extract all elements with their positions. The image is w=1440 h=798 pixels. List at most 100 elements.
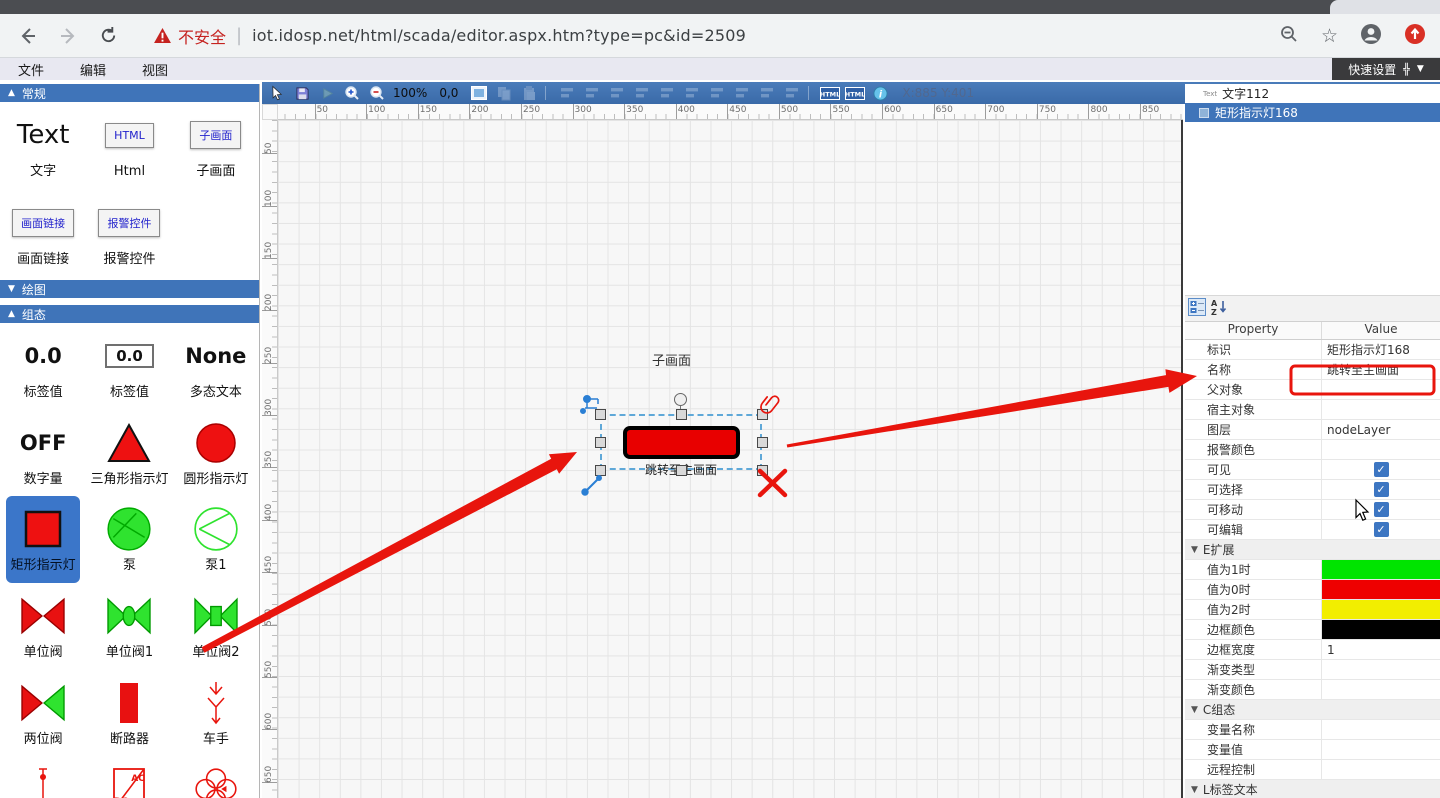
selection-handle-2[interactable] xyxy=(757,409,768,420)
chevron-down-icon[interactable]: ▼ xyxy=(1417,64,1424,74)
cursor-icon[interactable] xyxy=(267,84,287,102)
property-value[interactable] xyxy=(1322,440,1440,459)
property-row-C组态[interactable]: ▼C组态 xyxy=(1185,700,1440,720)
checkbox-checked[interactable]: ✓ xyxy=(1374,522,1389,537)
config-item-泵1[interactable]: 泵1 xyxy=(173,496,259,583)
property-row-值为0时[interactable]: 值为0时 xyxy=(1185,580,1440,600)
property-row-边框颜色[interactable]: 边框颜色 xyxy=(1185,620,1440,640)
property-value[interactable] xyxy=(1322,760,1440,779)
quick-settings[interactable]: 快速设置 ╬ ▼ xyxy=(1332,58,1440,80)
property-value[interactable] xyxy=(1322,380,1440,399)
zoom-out-icon[interactable] xyxy=(367,84,387,102)
property-row-变量名称[interactable]: 变量名称 xyxy=(1185,720,1440,740)
property-row-值为1时[interactable]: 值为1时 xyxy=(1185,560,1440,580)
property-row-变量值[interactable]: 变量值 xyxy=(1185,740,1440,760)
save-icon[interactable] xyxy=(292,84,312,102)
property-value[interactable] xyxy=(1322,680,1440,699)
security-warning[interactable]: 不安全 xyxy=(154,24,226,48)
checkbox-checked[interactable]: ✓ xyxy=(1374,502,1389,517)
menu-item-0[interactable]: 文件 xyxy=(18,64,44,79)
property-row-可移动[interactable]: 可移动✓ xyxy=(1185,500,1440,520)
checkbox-checked[interactable]: ✓ xyxy=(1374,482,1389,497)
general-item-Html[interactable]: HTMLHtml xyxy=(86,102,172,190)
property-row-渐变类型[interactable]: 渐变类型 xyxy=(1185,660,1440,680)
menu-item-1[interactable]: 编辑 xyxy=(80,64,106,79)
tree-item-1[interactable]: 矩形指示灯168 xyxy=(1185,103,1440,122)
zoom-out-page-icon[interactable] xyxy=(1279,24,1299,48)
forward-icon[interactable] xyxy=(56,24,80,48)
config-item-单位阀1[interactable]: 单位阀1 xyxy=(86,583,172,670)
config-item-数字量[interactable]: OFF数字量 xyxy=(0,410,86,497)
preview-icon[interactable] xyxy=(469,84,489,102)
property-row-标识[interactable]: 标识矩形指示灯168 xyxy=(1185,340,1440,360)
selection-handle-5[interactable] xyxy=(595,465,606,476)
property-value[interactable] xyxy=(1322,660,1440,679)
config-item-标签值[interactable]: 0.0标签值 xyxy=(86,323,172,410)
config-item-两位阀[interactable]: 两位阀 xyxy=(0,670,86,757)
property-value[interactable]: 矩形指示灯168 xyxy=(1322,340,1440,359)
general-item-画面链接[interactable]: 画面链接画面链接 xyxy=(0,190,86,278)
general-item-子画面[interactable]: 子画面子画面 xyxy=(173,102,259,190)
config-item-单位阀2[interactable]: 单位阀2 xyxy=(173,583,259,670)
menu-item-2[interactable]: 视图 xyxy=(142,64,168,79)
property-row-远程控制[interactable]: 远程控制 xyxy=(1185,760,1440,780)
rotation-handle[interactable] xyxy=(674,393,687,406)
canvas-content[interactable]: 子画面 跳转至主画面 xyxy=(278,120,1181,798)
selection-handle-1[interactable] xyxy=(676,409,687,420)
section-header-drawing[interactable]: ▼ 绘图 xyxy=(0,280,259,298)
property-row-报警颜色[interactable]: 报警颜色 xyxy=(1185,440,1440,460)
property-row-渐变颜色[interactable]: 渐变颜色 xyxy=(1185,680,1440,700)
config-item-标签值[interactable]: 0.0标签值 xyxy=(0,323,86,410)
property-value[interactable]: 跳转至主画面 xyxy=(1322,360,1440,379)
group-collapse-icon[interactable]: ▼ xyxy=(1191,780,1198,798)
config-item-圆形指示灯[interactable]: 圆形指示灯 xyxy=(173,410,259,497)
rect-indicator-lamp[interactable] xyxy=(623,426,740,459)
reload-icon[interactable] xyxy=(96,24,120,48)
config-item-逆变器[interactable]: ACDC逆变器 xyxy=(86,756,172,798)
config-item-PT[interactable]: PT xyxy=(173,756,259,798)
property-row-宿主对象[interactable]: 宿主对象 xyxy=(1185,400,1440,420)
group-collapse-icon[interactable]: ▼ xyxy=(1191,540,1198,559)
subscreen-text-element[interactable]: 子画面 xyxy=(652,350,691,369)
selection-handle-6[interactable] xyxy=(676,465,687,476)
config-item-刀闸[interactable]: 刀闸 xyxy=(0,756,86,798)
color-swatch[interactable] xyxy=(1322,560,1440,579)
property-row-可编辑[interactable]: 可编辑✓ xyxy=(1185,520,1440,540)
property-row-图层[interactable]: 图层nodeLayer xyxy=(1185,420,1440,440)
config-item-单位阀[interactable]: 单位阀 xyxy=(0,583,86,670)
html-icon[interactable]: HTML xyxy=(820,84,840,102)
section-header-general[interactable]: ▲ 常规 xyxy=(0,84,259,102)
property-row-值为2时[interactable]: 值为2时 xyxy=(1185,600,1440,620)
dock-icon[interactable]: ╬ xyxy=(1403,63,1410,76)
color-swatch[interactable] xyxy=(1322,620,1440,639)
property-value[interactable] xyxy=(1322,740,1440,759)
property-value[interactable]: 1 xyxy=(1322,640,1440,659)
profile-avatar-icon[interactable] xyxy=(1360,23,1382,49)
design-canvas[interactable]: 0501001502002503003504004505005506006507… xyxy=(262,104,1183,798)
checkbox-checked[interactable]: ✓ xyxy=(1374,462,1389,477)
property-row-父对象[interactable]: 父对象 xyxy=(1185,380,1440,400)
update-badge-icon[interactable] xyxy=(1404,23,1426,49)
property-row-E扩展[interactable]: ▼E扩展 xyxy=(1185,540,1440,560)
general-item-报警控件[interactable]: 报警控件报警控件 xyxy=(86,190,172,278)
group-collapse-icon[interactable]: ▼ xyxy=(1191,700,1198,719)
tree-item-0[interactable]: Text文字112 xyxy=(1185,84,1440,103)
html-icon[interactable]: HTML xyxy=(845,84,865,102)
bookmark-star-icon[interactable]: ☆ xyxy=(1321,25,1338,47)
color-swatch[interactable] xyxy=(1322,580,1440,599)
url-text[interactable]: iot.idosp.net/html/scada/editor.aspx.htm… xyxy=(252,26,746,45)
color-swatch[interactable] xyxy=(1322,600,1440,619)
property-row-边框宽度[interactable]: 边框宽度1 xyxy=(1185,640,1440,660)
general-item-文字[interactable]: Text文字 xyxy=(0,102,86,190)
selection-handle-0[interactable] xyxy=(595,409,606,420)
section-header-config[interactable]: ▲ 组态 xyxy=(0,305,259,323)
property-value[interactable] xyxy=(1322,400,1440,419)
property-row-可选择[interactable]: 可选择✓ xyxy=(1185,480,1440,500)
alphabetical-sort-icon[interactable]: AZ xyxy=(1210,298,1228,320)
config-item-泵[interactable]: 泵 xyxy=(86,496,172,583)
config-item-断路器[interactable]: 断路器 xyxy=(86,670,172,757)
zoom-in-icon[interactable] xyxy=(342,84,362,102)
selection-handle-4[interactable] xyxy=(757,437,768,448)
property-row-名称[interactable]: 名称跳转至主画面 xyxy=(1185,360,1440,380)
property-row-可见[interactable]: 可见✓ xyxy=(1185,460,1440,480)
